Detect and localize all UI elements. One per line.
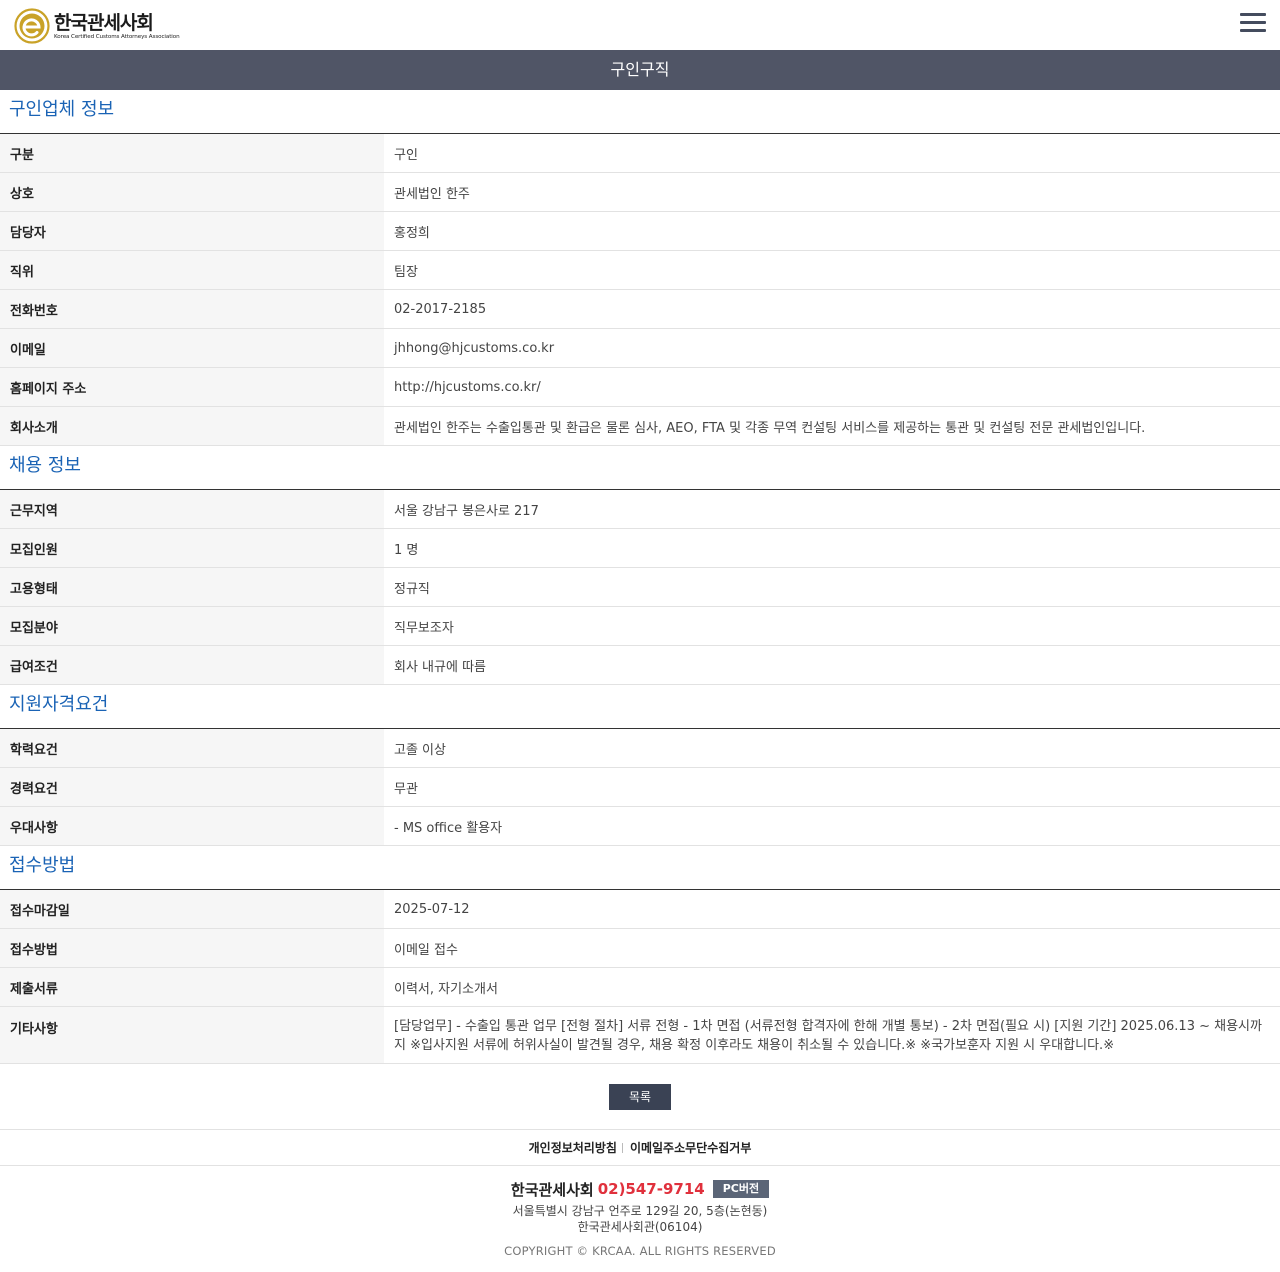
info-row: 기타사항 [담당업무] - 수출입 통관 업무 [전형 절차] 서류 전형 - 1… [0,1007,1280,1064]
job-posting-content: 구인업체 정보 구분 구인 상호 관세법인 한주 담당자 홍정희 직위 팀장 전화번호 0… [0,90,1280,1064]
site-footer: 한국관세사회 02)547-9714 PC버전 서울특별시 강남구 언주로 12… [0,1166,1280,1258]
link-divider [621,1142,623,1153]
row-label: 모집분야 [0,607,384,645]
button-area: 목록 [0,1064,1280,1130]
section-title: 채용 정보 [0,446,1280,490]
row-value: [담당업무] - 수출입 통관 업무 [전형 절차] 서류 전형 - 1차 면접… [394,1019,1262,1053]
section-recruitment-info: 채용 정보 근무지역 서울 강남구 봉은사로 217 모집인원 1 명 고용형태 정규… [0,446,1280,685]
row-label: 학력요건 [0,729,384,767]
row-value: 1 명 [394,542,419,558]
section-title: 구인업체 정보 [0,90,1280,134]
info-row: 구분 구인 [0,134,1280,173]
info-row: 직위 팀장 [0,251,1280,290]
footer-phone: 02)547-9714 [597,1180,705,1198]
row-value: 관세법인 한주 [394,186,470,202]
footer-org-name: 한국관세사회 [510,1180,594,1199]
footer-address: 서울특별시 강남구 언주로 129길 20, 5층(논현동) 한국관세사회관(0… [0,1203,1280,1235]
row-value: 정규직 [394,581,430,597]
info-row: 접수마감일 2025-07-12 [0,890,1280,929]
row-value: 02-2017-2185 [394,301,487,317]
info-row: 이메일 jhhong@hjcustoms.co.kr [0,329,1280,368]
row-label: 접수방법 [0,929,384,967]
info-row: 고용형태 정규직 [0,568,1280,607]
row-value: 2025-07-12 [394,901,470,917]
info-row: 제출서류 이력서, 자기소개서 [0,968,1280,1007]
info-row: 홈페이지 주소 http://hjcustoms.co.kr/ [0,368,1280,407]
row-value: - MS office 활용자 [394,820,503,836]
row-label: 구분 [0,134,384,172]
row-label: 우대사항 [0,807,384,845]
policy-links: 개인정보처리방침 이메일주소무단수집거부 [0,1130,1280,1166]
info-row: 경력요건 무관 [0,768,1280,807]
logo-english-name: Korea Certified Customs Attorneys Associ… [54,33,180,40]
info-row: 학력요건 고졸 이상 [0,729,1280,768]
row-label: 경력요건 [0,768,384,806]
row-label: 제출서류 [0,968,384,1006]
row-label: 모집인원 [0,529,384,567]
row-label: 상호 [0,173,384,211]
footer-copyright: COPYRIGHT © KRCAA. ALL RIGHTS RESERVED [504,1244,776,1258]
info-row: 회사소개 관세법인 한주는 수출입통관 및 환급은 물론 심사, AEO, FTA… [0,407,1280,446]
section-company-info: 구인업체 정보 구분 구인 상호 관세법인 한주 담당자 홍정희 직위 팀장 전화번호 0… [0,90,1280,446]
row-label: 고용형태 [0,568,384,606]
row-label: 홈페이지 주소 [0,368,384,406]
row-value: 직무보조자 [394,620,454,636]
site-header: 한국관세사회 Korea Certified Customs Attorneys… [0,0,1280,50]
logo-emblem-icon [14,8,50,44]
info-row: 근무지역 서울 강남구 봉은사로 217 [0,490,1280,529]
section-title: 지원자격요건 [0,685,1280,729]
page-title: 구인구직 [0,50,1280,90]
row-value: 홍정희 [394,225,430,241]
row-label: 회사소개 [0,407,384,445]
section-title: 접수방법 [0,846,1280,890]
row-value: jhhong@hjcustoms.co.kr [394,340,555,356]
email-collection-refusal-link[interactable]: 이메일주소무단수집거부 [630,1139,751,1156]
row-label: 접수마감일 [0,890,384,928]
list-button[interactable]: 목록 [609,1083,671,1110]
row-value: 구인 [394,147,418,163]
logo-text: 한국관세사회 Korea Certified Customs Attorneys… [54,12,180,41]
row-value: 서울 강남구 봉은사로 217 [394,503,539,519]
row-value: 회사 내규에 따름 [394,659,486,675]
footer-address-line: 한국관세사회관(06104) [577,1220,703,1234]
row-value: 관세법인 한주는 수출입통관 및 환급은 물론 심사, AEO, FTA 및 각… [394,420,1146,436]
row-label: 급여조건 [0,646,384,684]
row-label: 이메일 [0,329,384,367]
info-row: 급여조건 회사 내규에 따름 [0,646,1280,685]
info-row: 모집분야 직무보조자 [0,607,1280,646]
footer-contact: 한국관세사회 02)547-9714 PC버전 [0,1178,1280,1200]
privacy-policy-link[interactable]: 개인정보처리방침 [529,1139,617,1156]
row-value: 무관 [394,781,418,797]
hamburger-menu-icon[interactable] [1240,13,1266,35]
info-row: 전화번호 02-2017-2185 [0,290,1280,329]
section-application-method: 접수방법 접수마감일 2025-07-12 접수방법 이메일 접수 제출서류 이력서,… [0,846,1280,1064]
row-label: 담당자 [0,212,384,250]
site-logo[interactable]: 한국관세사회 Korea Certified Customs Attorneys… [14,8,180,44]
section-qualifications: 지원자격요건 학력요건 고졸 이상 경력요건 무관 우대사항 - MS office … [0,685,1280,846]
row-value: 고졸 이상 [394,742,446,758]
row-value: http://hjcustoms.co.kr/ [394,379,541,395]
row-value: 팀장 [394,264,418,280]
row-label: 전화번호 [0,290,384,328]
info-row: 접수방법 이메일 접수 [0,929,1280,968]
info-row: 담당자 홍정희 [0,212,1280,251]
footer-address-line: 서울특별시 강남구 언주로 129길 20, 5층(논현동) [512,1204,768,1218]
info-row: 모집인원 1 명 [0,529,1280,568]
row-label: 근무지역 [0,490,384,528]
pc-version-button[interactable]: PC버전 [712,1180,770,1198]
row-value: 이메일 접수 [394,942,458,958]
info-row: 우대사항 - MS office 활용자 [0,807,1280,846]
info-row: 상호 관세법인 한주 [0,173,1280,212]
logo-korean-name: 한국관세사회 [54,11,154,34]
row-label: 기타사항 [0,1007,384,1063]
row-label: 직위 [0,251,384,289]
row-value: 이력서, 자기소개서 [394,981,498,997]
